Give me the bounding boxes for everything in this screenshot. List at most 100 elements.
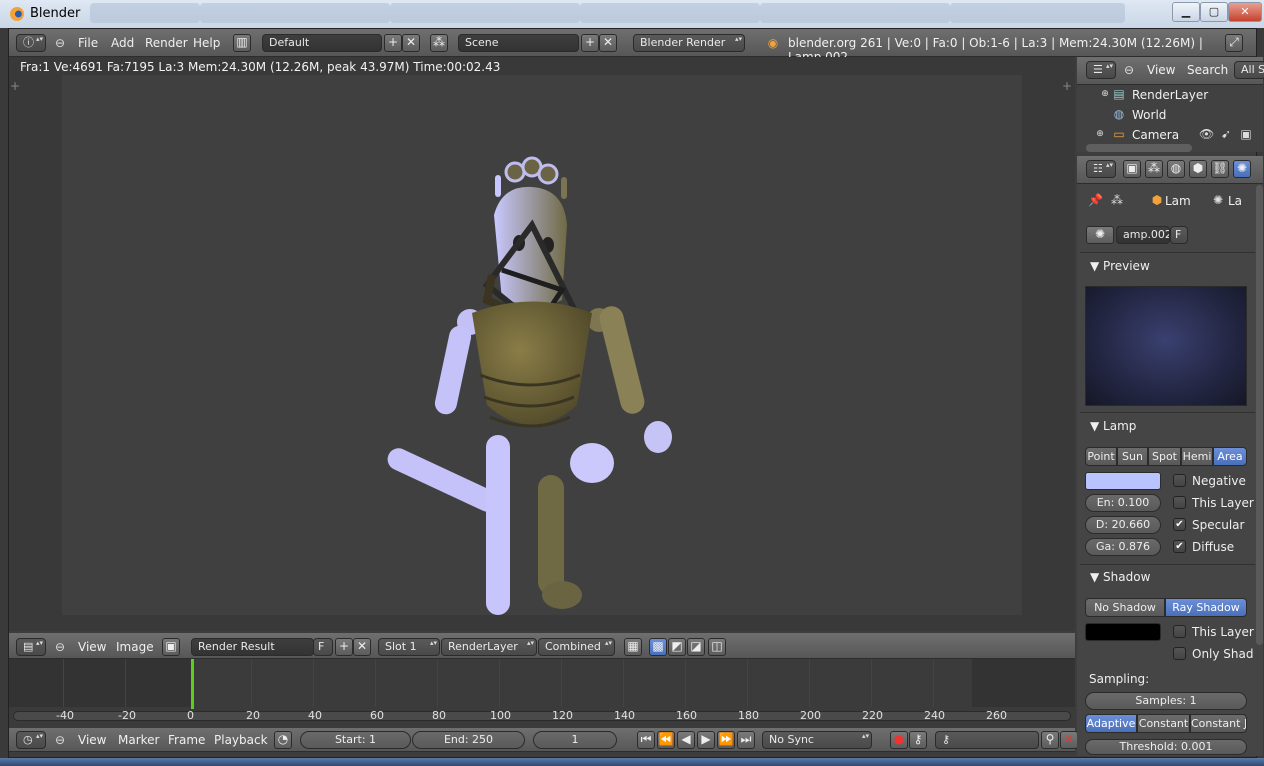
region-plus-icon[interactable]: + [8, 79, 22, 93]
outliner-item-camera[interactable]: Camera [1132, 128, 1179, 142]
renderable-camera-icon[interactable]: ▣ [1239, 127, 1253, 141]
preview-panel-title[interactable]: ▼ Preview [1090, 259, 1150, 273]
render-pass-select[interactable]: Combined [538, 638, 615, 656]
timeline-scrollbar[interactable] [13, 711, 1071, 721]
menu-frame[interactable]: Frame [168, 733, 205, 747]
jump-end-icon[interactable]: ⏭ [737, 731, 755, 749]
menu-search[interactable]: Search [1187, 63, 1228, 77]
fake-user-toggle[interactable]: F [1170, 226, 1188, 244]
display-alpha-icon[interactable]: ◩ [668, 638, 686, 656]
start-frame-field[interactable]: Start: 1 [300, 731, 411, 749]
record-icon[interactable]: ● [890, 731, 908, 749]
prev-keyframe-icon[interactable]: ⏪ [657, 731, 675, 749]
scene-field[interactable]: Scene [458, 34, 579, 52]
add-scene-button[interactable]: + [581, 34, 599, 52]
this-layer-checkbox[interactable] [1173, 496, 1186, 509]
expand-icon[interactable]: ⊕ [1093, 127, 1107, 141]
negative-checkbox[interactable] [1173, 474, 1186, 487]
fullscreen-button[interactable]: ⤢ [1225, 34, 1243, 52]
minimize-button[interactable]: ▁ [1172, 2, 1200, 22]
lamp-type-sun[interactable]: Sun [1117, 447, 1148, 466]
pin-icon[interactable]: 📌 [1088, 193, 1103, 207]
lamp-type-spot[interactable]: Spot [1148, 447, 1181, 466]
delete-scene-button[interactable]: ✕ [599, 34, 617, 52]
properties-scrollbar[interactable] [1256, 185, 1263, 645]
maximize-button[interactable]: ▢ [1200, 2, 1228, 22]
editor-type-select[interactable]: ☰ [1086, 61, 1116, 79]
samples-field[interactable]: Samples: 1 [1085, 692, 1247, 710]
play-icon[interactable]: ▶ [697, 731, 715, 749]
scene-tab-icon[interactable]: ⁂ [1145, 160, 1163, 178]
menu-view[interactable]: View [1147, 63, 1175, 77]
energy-field[interactable]: En: 0.100 [1085, 494, 1161, 512]
end-frame-field[interactable]: End: 250 [412, 731, 525, 749]
unlink-image-button[interactable]: ✕ [353, 638, 371, 656]
keying-set-icon[interactable]: ⚷ [909, 731, 927, 749]
editor-type-select[interactable]: ⓘ [16, 34, 46, 52]
lamp-type-point[interactable]: Point [1085, 447, 1117, 466]
image-name-field[interactable]: Render Result [191, 638, 314, 656]
play-reverse-icon[interactable]: ◀ [677, 731, 695, 749]
expand-icon[interactable]: ⊕ [1098, 87, 1112, 101]
menu-playback[interactable]: Playback [214, 733, 268, 747]
lamp-panel-title[interactable]: ▼ Lamp [1090, 419, 1136, 433]
fake-user-toggle[interactable]: F [313, 638, 333, 656]
scene-icon[interactable]: ⁂ [430, 34, 448, 52]
shadow-this-layer-checkbox[interactable] [1173, 625, 1186, 638]
delete-screen-button[interactable]: ✕ [402, 34, 420, 52]
display-rgb-alpha-icon[interactable]: ▩ [649, 638, 667, 656]
menu-view[interactable]: View [78, 640, 106, 654]
screen-layout-icon[interactable]: ▥ [233, 34, 251, 52]
insert-keyframe-icon[interactable]: ⚲ [1041, 731, 1059, 749]
menu-render[interactable]: Render [145, 36, 188, 50]
render-tab-icon[interactable]: ▣ [1123, 160, 1141, 178]
menu-add[interactable]: Add [111, 36, 134, 50]
editor-type-select[interactable]: ◷ [16, 731, 46, 749]
sampling-mode-constant[interactable]: Constant [1137, 714, 1190, 733]
region-plus-icon[interactable]: + [1060, 79, 1074, 93]
lamp-type-hemi[interactable]: Hemi [1181, 447, 1213, 466]
lamp-color-swatch[interactable] [1085, 472, 1161, 490]
new-image-button[interactable]: + [335, 638, 353, 656]
world-tab-icon[interactable]: ◍ [1167, 160, 1185, 178]
collapse-menu-icon[interactable]: ⊖ [53, 36, 67, 50]
only-shadow-checkbox[interactable] [1173, 647, 1186, 660]
delete-keyframe-icon[interactable]: ✕ [1060, 731, 1078, 749]
render-layer-select[interactable]: RenderLayer [441, 638, 537, 656]
display-z-icon[interactable]: ◪ [687, 638, 705, 656]
menu-file[interactable]: File [78, 36, 98, 50]
screen-layout-field[interactable]: Default [262, 34, 382, 52]
lamp-data-tab-icon[interactable]: ✺ [1233, 160, 1251, 178]
collapse-menu-icon[interactable]: ⊖ [1122, 63, 1136, 77]
outliner-item-world[interactable]: World [1132, 108, 1166, 122]
sync-mode-select[interactable]: No Sync [762, 731, 872, 749]
shadow-mode-none[interactable]: No Shadow [1085, 598, 1165, 617]
breadcrumb-lamp[interactable]: La [1228, 194, 1242, 208]
collapse-menu-icon[interactable]: ⊖ [53, 733, 67, 747]
browse-image-icon[interactable]: ▣ [162, 638, 180, 656]
keying-set-field[interactable]: ⚷ [935, 731, 1039, 749]
gamma-field[interactable]: Ga: 0.876 [1085, 538, 1161, 556]
menu-view[interactable]: View [78, 733, 106, 747]
lamp-datablock-name[interactable]: amp.002 [1116, 226, 1170, 244]
lamp-type-area[interactable]: Area [1213, 447, 1247, 466]
collapse-menu-icon[interactable]: ⊖ [53, 640, 67, 654]
menu-marker[interactable]: Marker [118, 733, 159, 747]
slot-select[interactable]: Slot 1 [378, 638, 440, 656]
object-tab-icon[interactable]: ⬢ [1189, 160, 1207, 178]
lamp-browse-icon[interactable]: ✺ [1086, 226, 1114, 244]
current-frame-field[interactable]: 1 [533, 731, 617, 749]
jump-start-icon[interactable]: ⏮ [637, 731, 655, 749]
next-keyframe-icon[interactable]: ⏩ [717, 731, 735, 749]
outliner-filter-select[interactable]: All Sc [1234, 61, 1264, 79]
add-screen-button[interactable]: + [384, 34, 402, 52]
sampling-mode-constant-jittered[interactable]: Constant Ji [1190, 714, 1247, 733]
display-channels-icon[interactable]: ◫ [708, 638, 726, 656]
sampling-mode-adaptive[interactable]: Adaptive [1085, 714, 1137, 733]
outliner-hscrollbar[interactable] [1086, 144, 1192, 152]
close-button[interactable]: ✕ [1228, 2, 1262, 22]
alpha-checker-icon[interactable]: ▦ [624, 638, 642, 656]
menu-help[interactable]: Help [193, 36, 220, 50]
render-engine-select[interactable]: Blender Render [633, 34, 745, 52]
shadow-color-swatch[interactable] [1085, 623, 1161, 641]
